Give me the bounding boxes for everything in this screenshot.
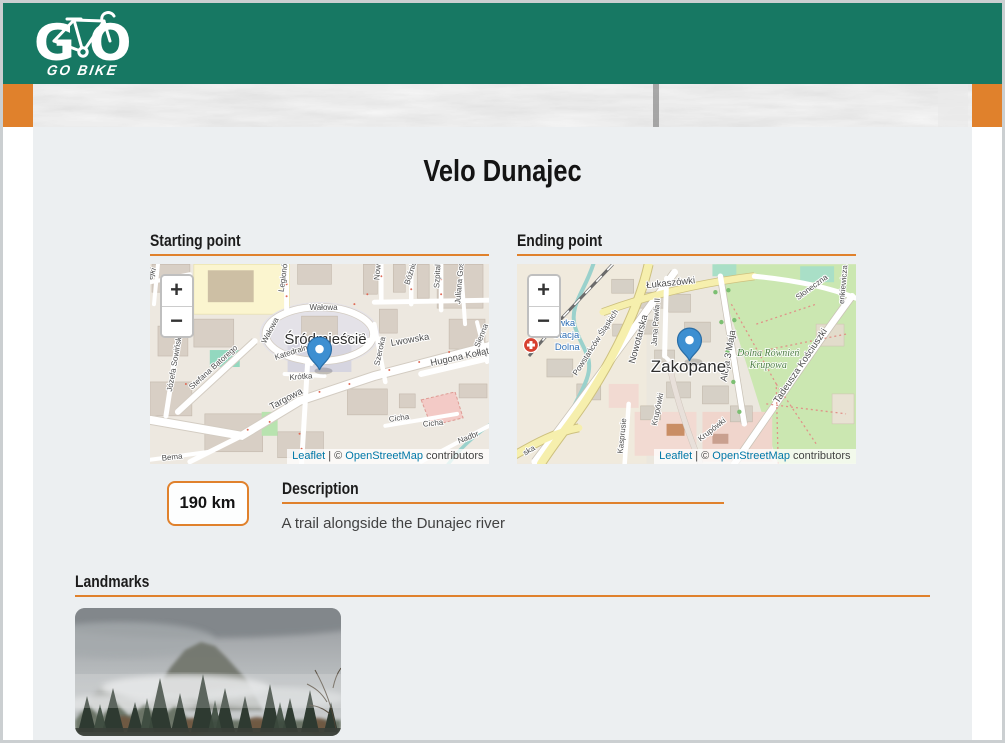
start-map-tiles: Wałowa Wałowa Legionów Nowa Bóźnic Szpit… <box>150 264 489 464</box>
hero-accent-right <box>972 84 1002 127</box>
park-label: Krupowa <box>748 360 786 371</box>
bike-logo-icon: G O <box>34 9 132 65</box>
street-label: Szpitalna <box>432 264 443 288</box>
end-map[interactable]: Łukaszówki Nowotarska Powstańców Śląskic… <box>517 264 856 464</box>
app-window: G O GO BIKE <box>0 0 1005 743</box>
ending-point-section: Ending point <box>517 231 856 464</box>
end-map-tiles: Łukaszówki Nowotarska Powstańców Śląskic… <box>517 264 856 464</box>
route-detail-row: 190 km Description A trail alongside the… <box>150 479 856 532</box>
map-attribution: Leaflet | © OpenStreetMap contributors <box>654 449 855 464</box>
header: G O GO BIKE <box>3 3 1002 84</box>
description-section: Description A trail alongside the Dunaje… <box>282 479 724 532</box>
street-label: Wałowa <box>309 303 338 312</box>
station-label: Dolna <box>554 342 579 353</box>
route-maps-row: Starting point <box>150 231 856 464</box>
route-page: Velo Dunajec Starting point <box>33 127 972 740</box>
map-zoom-control: + − <box>527 274 561 338</box>
description-heading: Description <box>282 479 724 504</box>
distance-badge: 190 km <box>167 481 249 526</box>
description-text: A trail alongside the Dunajec river <box>282 515 724 532</box>
hero-strip <box>3 84 1002 127</box>
osm-link[interactable]: OpenStreetMap <box>345 450 423 462</box>
street-label: Nowa <box>372 264 383 280</box>
osm-link[interactable]: OpenStreetMap <box>712 450 790 462</box>
landmark-photo <box>75 608 341 736</box>
starting-point-section: Starting point <box>150 231 489 464</box>
brand-logo[interactable]: G O GO BIKE <box>33 9 133 78</box>
brand-wordmark: GO BIKE <box>46 63 120 79</box>
hospital-icon <box>523 338 538 353</box>
map-zoom-control: + − <box>160 274 194 338</box>
zoom-out-button[interactable]: − <box>162 306 192 336</box>
zoom-in-button[interactable]: + <box>529 276 559 306</box>
zoom-in-button[interactable]: + <box>162 276 192 306</box>
start-map[interactable]: Wałowa Wałowa Legionów Nowa Bóźnic Szpit… <box>150 264 489 464</box>
page-title: Velo Dunajec <box>33 127 972 201</box>
hero-accent-left <box>3 84 33 127</box>
landmarks-section: Landmarks <box>75 572 930 736</box>
mountain-forest-photo <box>75 608 341 736</box>
zoom-out-button[interactable]: − <box>529 306 559 336</box>
leaflet-link[interactable]: Leaflet <box>659 450 692 462</box>
hero-road-texture-image <box>33 84 972 127</box>
landmarks-heading: Landmarks <box>75 572 930 597</box>
street-label: Krótka <box>289 371 313 382</box>
leaflet-link[interactable]: Leaflet <box>292 450 325 462</box>
map-attribution: Leaflet | © OpenStreetMap contributors <box>287 449 488 464</box>
park-label: Dolna Równień <box>736 348 799 359</box>
ending-point-heading: Ending point <box>517 231 856 256</box>
starting-point-heading: Starting point <box>150 231 489 256</box>
